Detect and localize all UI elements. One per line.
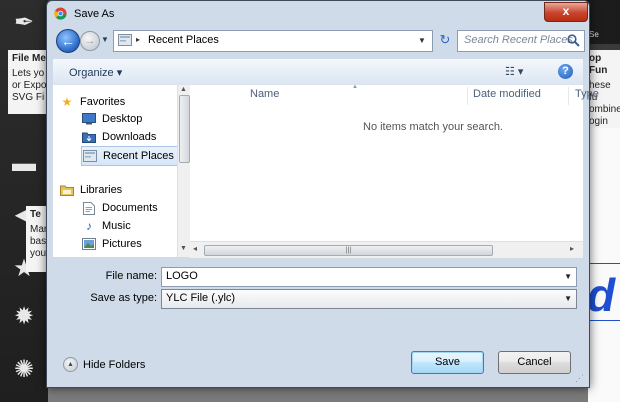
nav-libraries[interactable]: Libraries [59,181,177,199]
empty-message: No items match your search. [363,121,503,133]
documents-icon [81,201,97,215]
nav-item-recent-places[interactable]: Recent Places [81,146,179,166]
hide-folders-label: Hide Folders [83,358,146,371]
dialog-title: Save As [74,8,115,20]
scrollbar-thumb[interactable]: ||| [204,245,493,256]
cancel-button[interactable]: Cancel [498,351,571,374]
libraries-icon [59,183,75,197]
navigation-scrollbar[interactable]: ▲ ▼ [177,85,190,257]
save-as-type-select[interactable]: YLC File (.ylc) ▼ [161,289,577,309]
search-icon[interactable] [567,34,580,47]
navigation-bar: ← → ▼ ▸ Recent Places ▼ ↻ Search Recent … [53,29,585,55]
seal-tool-icon[interactable]: ✺ [10,355,38,383]
refresh-button[interactable]: ↻ [436,31,454,49]
file-name-input[interactable]: LOGO ▼ [161,267,577,287]
scrollbar-thumb[interactable] [179,95,190,163]
organize-button[interactable]: Organize ▾ [69,66,122,79]
chevron-up-icon: ▲ [63,357,78,372]
save-as-type-label: Save as type: [90,292,157,304]
bg-design-canvas[interactable]: d [585,128,620,402]
nav-favorites[interactable]: ★ Favorites [59,93,177,111]
rectangle-tool-icon[interactable]: ▬ [10,150,38,178]
scroll-up-icon[interactable]: ▲ [180,86,187,93]
canvas-logo-text[interactable]: d [587,268,615,322]
hide-folders-button[interactable]: ▲ Hide Folders [63,357,145,372]
star-icon: ★ [61,95,73,109]
nav-item-music[interactable]: ♪ Music [81,217,177,235]
nav-item-documents[interactable]: Documents [81,199,177,217]
nav-item-label: Music [102,220,131,232]
save-button[interactable]: Save [411,351,484,374]
nav-item-label: Pictures [102,238,142,250]
history-dropdown-icon[interactable]: ▼ [101,35,109,44]
title-bar[interactable]: Save As x [47,1,589,27]
file-browser: ★ Favorites Desktop Downloads Recent Pla… [53,84,599,258]
scroll-right-icon[interactable]: ▸ [570,244,574,253]
desktop-icon [81,112,97,126]
sort-ascending-icon: ▲ [352,84,358,90]
column-header-date-modified[interactable]: Date modified [473,88,541,100]
chrome-icon [54,7,67,20]
search-box[interactable]: Search Recent Places [457,30,585,52]
nav-item-label: Documents [102,202,158,214]
chevron-down-icon[interactable]: ▼ [564,272,572,281]
nav-item-label: Recent Places [103,150,174,162]
help-button[interactable]: ? [558,64,573,79]
navigation-pane: ★ Favorites Desktop Downloads Recent Pla… [53,85,190,257]
nav-item-desktop[interactable]: Desktop [81,110,177,128]
save-as-dialog: Save As x ← → ▼ ▸ Recent Places ▼ ↻ Sear… [46,0,599,388]
breadcrumb-recent-places[interactable]: Recent Places [148,34,219,46]
nav-item-downloads[interactable]: Downloads [81,128,177,146]
scroll-left-icon[interactable]: ◂ [193,244,197,253]
scroll-down-icon[interactable]: ▼ [180,245,187,252]
command-bar: Organize ▾ ☷ ▾ ? [53,59,583,86]
column-header-name[interactable]: Name [250,88,279,100]
nav-item-label: Downloads [102,131,157,143]
pictures-icon [81,237,97,251]
bg-panel-title: op Fun [589,53,608,76]
nav-item-label: Desktop [102,113,143,125]
close-button[interactable]: x [544,2,588,22]
column-header-type[interactable]: Type [575,88,599,100]
change-view-button[interactable]: ☷ ▾ [505,65,523,78]
breadcrumb-separator[interactable]: ▸ [136,35,140,44]
recent-places-icon [82,149,98,163]
bg-right-toolbar: Se [585,0,620,44]
file-name-value[interactable]: LOGO [166,270,198,282]
forward-button[interactable]: → [80,31,100,51]
bg-panel-title: File Me [12,53,46,64]
save-as-type-value[interactable]: YLC File (.ylc) [166,292,235,304]
bg-panel-text: Lets yo or Expo SVG Fi [12,68,47,103]
address-bar[interactable]: ▸ Recent Places ▼ [113,30,433,52]
chevron-down-icon[interactable]: ▼ [564,294,572,303]
recent-places-icon [118,34,132,46]
nav-favorites-label: Favorites [80,96,126,108]
back-button[interactable]: ← [56,29,80,53]
search-placeholder: Search Recent Places [464,34,573,46]
file-list-pane: ▲ Name Date modified Type No items match… [190,84,599,258]
file-name-label: File name: [105,270,157,282]
downloads-folder-icon [81,130,97,144]
column-separator[interactable] [467,87,468,105]
bg-toolbar-label[interactable]: Se [589,30,599,39]
nav-item-pictures[interactable]: Pictures [81,235,177,253]
music-note-icon: ♪ [86,219,92,233]
burst-tool-icon[interactable]: ✹ [10,302,38,330]
save-form: File name: LOGO ▼ Save as type: YLC File… [53,259,583,309]
column-separator[interactable] [568,87,569,105]
nav-libraries-label: Libraries [80,184,123,196]
feather-icon[interactable]: ✒ [10,8,38,36]
address-dropdown-icon[interactable]: ▼ [418,36,426,45]
horizontal-scrollbar[interactable]: ◂ ||| ▸ [190,241,583,258]
resize-grip-icon[interactable]: ⋰ [575,373,584,384]
